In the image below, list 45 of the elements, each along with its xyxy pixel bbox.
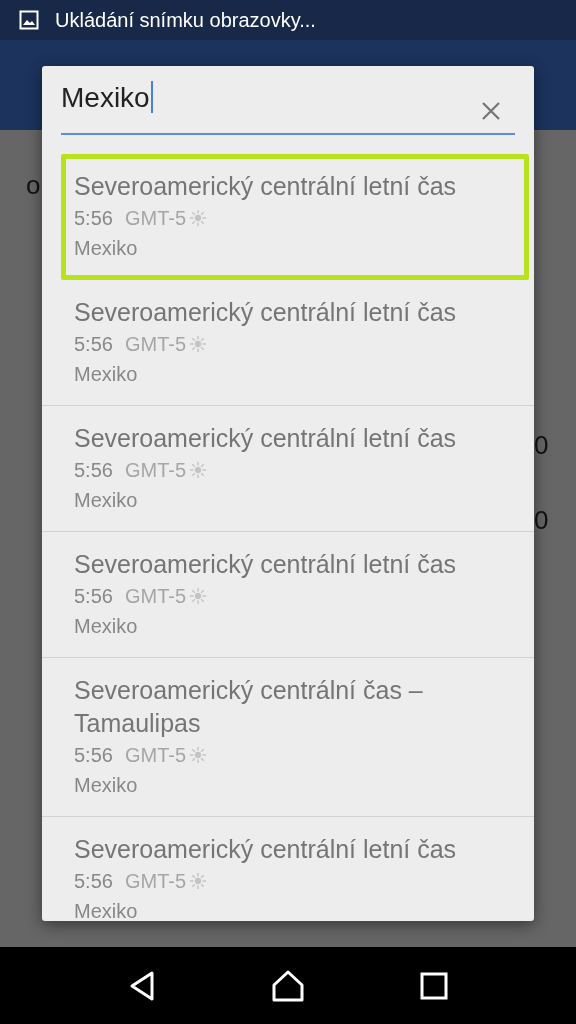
timezone-name: Severoamerický centrální letní čas (74, 549, 458, 580)
country-name: Mexiko (74, 488, 139, 513)
gmt-offset: GMT-5 (124, 332, 187, 356)
home-icon[interactable] (271, 969, 305, 1002)
close-icon[interactable] (481, 101, 501, 121)
background-text: 0 (534, 430, 549, 461)
notification-text: Ukládání snímku obrazovky... (55, 8, 316, 32)
search-field[interactable]: Mexiko (61, 66, 515, 135)
local-time: 5:56 (74, 584, 113, 608)
sun-icon (189, 746, 208, 764)
timezone-item[interactable]: Severoamerický centrální čas – Tamaulipas 5:56 GMT-5 Mexiko (42, 658, 534, 817)
timezone-item[interactable]: Severoamerický centrální letní čas 5:56 GMT-5 Mexiko (42, 817, 534, 921)
sun-icon (189, 872, 208, 890)
sun-icon (189, 461, 208, 479)
background-text: o (26, 170, 41, 201)
country-name: Mexiko (74, 614, 139, 639)
recent-apps-icon[interactable] (420, 971, 449, 1000)
local-time: 5:56 (74, 458, 113, 482)
country-name: Mexiko (74, 236, 139, 261)
sun-icon (189, 209, 208, 227)
local-time: 5:56 (74, 206, 113, 230)
timezone-name: Severoamerický centrální čas – Tamaulipas (74, 675, 424, 739)
gmt-offset: GMT-5 (124, 869, 187, 893)
timezone-name: Severoamerický centrální letní čas (74, 423, 458, 454)
timezone-item[interactable]: Severoamerický centrální letní čas 5:56 GMT-5 Mexiko (42, 406, 534, 532)
country-name: Mexiko (74, 899, 139, 921)
gmt-offset: GMT-5 (124, 584, 187, 608)
timezone-item[interactable]: Severoamerický centrální letní čas 5:56 GMT-5 Mexiko (61, 154, 529, 280)
local-time: 5:56 (74, 332, 113, 356)
gmt-offset: GMT-5 (124, 743, 187, 767)
sun-icon (189, 335, 208, 353)
country-name: Mexiko (74, 362, 139, 387)
image-icon (19, 10, 39, 30)
timezone-item[interactable]: Severoamerický centrální letní čas 5:56 GMT-5 Mexiko (42, 280, 534, 406)
timezone-name: Severoamerický centrální letní čas (74, 834, 458, 865)
local-time: 5:56 (74, 743, 113, 767)
timezone-item[interactable]: Severoamerický centrální letní čas 5:56 GMT-5 Mexiko (42, 532, 534, 658)
gmt-offset: GMT-5 (124, 206, 187, 230)
background-text: 0 (534, 505, 549, 536)
gmt-offset: GMT-5 (124, 458, 187, 482)
timezone-name: Severoamerický centrální letní čas (74, 171, 458, 202)
sun-icon (189, 587, 208, 605)
local-time: 5:56 (74, 869, 113, 893)
country-name: Mexiko (74, 773, 139, 798)
timezone-name: Severoamerický centrální letní čas (74, 297, 458, 328)
